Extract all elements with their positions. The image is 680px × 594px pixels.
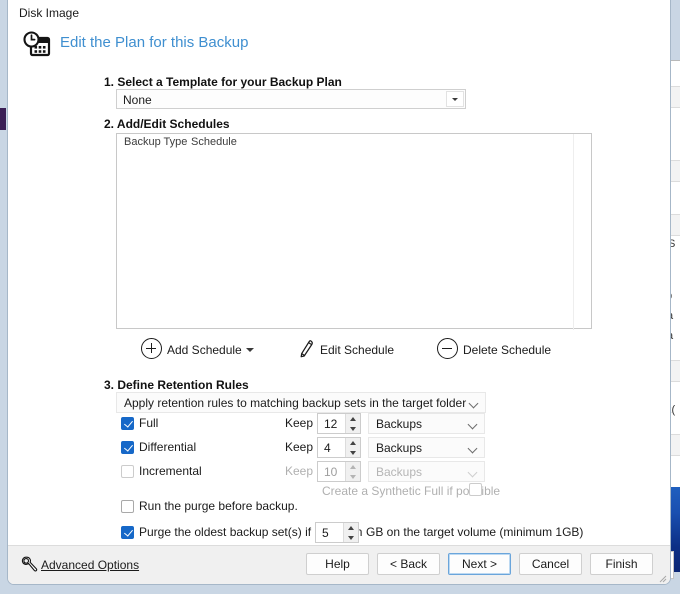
stepper-up-icon[interactable]: [346, 462, 361, 471]
stepper-incremental: [345, 462, 360, 481]
stepper-up-icon[interactable]: [344, 523, 359, 532]
stepper-down-icon[interactable]: [344, 533, 359, 542]
resize-grip[interactable]: [658, 572, 667, 583]
keep-unit-differential-value: Backups: [376, 441, 423, 455]
keep-count-full-value: 12: [324, 417, 338, 431]
stepper-purge-threshold: [343, 523, 358, 542]
add-schedule-dropdown-icon[interactable]: [244, 345, 254, 355]
checkbox-synthetic-full[interactable]: [469, 483, 482, 496]
column-divider: [573, 134, 574, 330]
help-button[interactable]: Help: [306, 553, 369, 575]
page-title: Edit the Plan for this Backup: [60, 34, 249, 51]
step1-title: 1. Select a Template for your Backup Pla…: [104, 75, 342, 89]
step2-title: 2. Add/Edit Schedules: [104, 117, 230, 131]
checkbox-differential[interactable]: [121, 441, 134, 454]
chevron-down-icon: [467, 443, 478, 454]
stepper-up-icon[interactable]: [346, 438, 361, 447]
back-button[interactable]: < Back: [377, 553, 440, 575]
stepper-up-icon[interactable]: [346, 414, 361, 423]
pencil-icon: [296, 338, 317, 362]
background-marker: [0, 108, 6, 130]
retention-scope-value: Apply retention rules to matching backup…: [124, 396, 467, 410]
keep-label-differential: Keep: [285, 440, 314, 454]
keep-label-full: Keep: [285, 416, 314, 430]
keep-unit-incremental[interactable]: Backups: [368, 461, 485, 482]
column-header-schedule[interactable]: Schedule: [191, 136, 237, 148]
delete-schedule-button[interactable]: Delete Schedule: [437, 338, 555, 362]
stepper-down-icon[interactable]: [346, 424, 361, 433]
stepper-down-icon[interactable]: [346, 448, 361, 457]
schedules-table-header: Backup Type Schedule: [117, 134, 591, 151]
next-button[interactable]: Next >: [448, 553, 511, 575]
edit-schedule-label: Edit Schedule: [320, 343, 395, 357]
delete-schedule-label: Delete Schedule: [463, 343, 552, 357]
template-select[interactable]: None: [116, 89, 466, 109]
keep-count-differential[interactable]: 4: [317, 437, 361, 458]
chevron-down-icon: [467, 467, 478, 478]
disk-image-dialog: Disk Image Edit the Plan for this Backup…: [7, 0, 671, 585]
chevron-down-icon: [467, 419, 478, 430]
schedules-table[interactable]: Backup Type Schedule: [116, 133, 592, 330]
column-header-backup-type[interactable]: Backup Type: [124, 136, 187, 148]
window-title: Disk Image: [19, 6, 80, 20]
checkbox-purge-oldest[interactable]: [121, 526, 134, 539]
wrench-icon: [19, 555, 38, 574]
label-differential: Differential: [139, 440, 197, 454]
checkbox-run-purge-before-backup[interactable]: [121, 500, 134, 513]
chevron-down-icon: [468, 398, 479, 409]
keep-unit-full-value: Backups: [376, 417, 423, 431]
keep-count-full[interactable]: 12: [317, 413, 361, 434]
advanced-options-link[interactable]: Advanced Options: [41, 558, 139, 572]
template-select-value: None: [123, 93, 152, 107]
label-purge-oldest-suffix: GB on the target volume (minimum 1GB): [366, 525, 584, 539]
keep-label-incremental: Keep: [285, 464, 314, 478]
stepper-down-icon[interactable]: [346, 472, 361, 481]
checkbox-full[interactable]: [121, 417, 134, 430]
clock-calendar-icon: [22, 30, 52, 60]
dialog-footer: Advanced Options Help < Back Next > Canc…: [8, 545, 670, 584]
keep-unit-incremental-value: Backups: [376, 465, 423, 479]
keep-unit-differential[interactable]: Backups: [368, 437, 485, 458]
retention-scope-select[interactable]: Apply retention rules to matching backup…: [116, 392, 486, 413]
purge-threshold-value: 5: [322, 526, 329, 540]
minus-circle-icon: [437, 338, 458, 359]
chevron-down-icon[interactable]: [446, 91, 464, 107]
purge-threshold-input[interactable]: 5: [315, 522, 359, 543]
title-bar: Disk Image: [8, 0, 670, 26]
plus-circle-icon: [141, 338, 162, 359]
step3-title: 3. Define Retention Rules: [104, 378, 249, 392]
label-run-purge-before-backup: Run the purge before backup.: [139, 499, 298, 513]
dialog-header: Edit the Plan for this Backup: [8, 26, 670, 68]
keep-count-incremental-value: 10: [324, 465, 338, 479]
cancel-button[interactable]: Cancel: [519, 553, 582, 575]
checkbox-incremental[interactable]: [121, 465, 134, 478]
keep-count-incremental[interactable]: 10: [317, 461, 361, 482]
label-incremental: Incremental: [139, 464, 202, 478]
add-schedule-button[interactable]: Add Schedule: [141, 338, 249, 362]
label-full: Full: [139, 416, 159, 430]
stepper-differential: [345, 438, 360, 457]
add-schedule-label: Add Schedule: [167, 343, 242, 357]
stepper-full: [345, 414, 360, 433]
finish-button[interactable]: Finish: [590, 553, 653, 575]
keep-count-differential-value: 4: [324, 441, 331, 455]
keep-unit-full[interactable]: Backups: [368, 413, 485, 434]
edit-schedule-button[interactable]: Edit Schedule: [296, 338, 400, 362]
